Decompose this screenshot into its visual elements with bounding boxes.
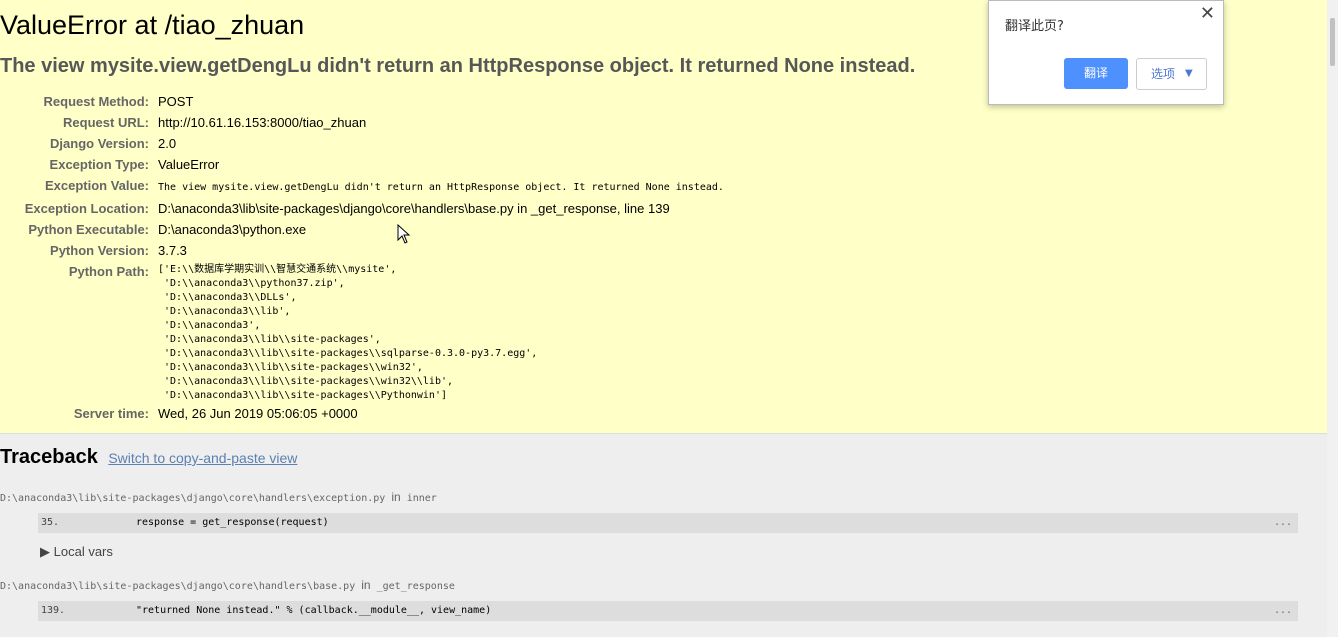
expand-context-dots[interactable]: ... (1274, 601, 1292, 621)
traceback-section: Traceback Switch to copy-and-paste view … (0, 434, 1327, 637)
meta-row: Exception Location: D:\anaconda3\lib\site… (0, 198, 724, 219)
vertical-scrollbar[interactable] (1327, 0, 1338, 637)
local-vars-label: Local vars (53, 544, 113, 559)
request-method-value: POST (158, 94, 194, 109)
meta-row: Exception Type: ValueError (0, 154, 724, 175)
python-version-value: 3.7.3 (158, 243, 187, 258)
frame-location: D:\anaconda3\lib\site-packages\django\co… (0, 578, 455, 592)
meta-label: Request URL: (63, 115, 149, 130)
frame-in-word: in (391, 490, 401, 504)
frame-file: D:\anaconda3\lib\site-packages\django\co… (0, 581, 356, 592)
traceback-header: Traceback Switch to copy-and-paste view (0, 446, 297, 469)
code-text: response = get_response(request) (136, 517, 329, 528)
meta-row: Django Version: 2.0 (0, 133, 724, 154)
request-url-value: http://10.61.16.153:8000/tiao_zhuan (158, 115, 367, 130)
expand-triangle-icon: ▶ (40, 544, 50, 559)
meta-row: Server time: Wed, 26 Jun 2019 05:06:05 +0… (0, 403, 724, 424)
meta-label: Exception Type: (49, 157, 149, 172)
meta-row: Exception Value: The view mysite.view.get… (0, 175, 724, 198)
meta-row: Python Executable: D:\anaconda3\python.ex… (0, 219, 724, 240)
translate-popup-title: 翻译此页? (1005, 19, 1064, 34)
request-meta-table: Request Method: POST Request URL: http://1… (0, 91, 724, 424)
chevron-down-icon: ▼ (1185, 68, 1193, 79)
scrollbar-thumb[interactable] (1330, 18, 1335, 66)
translate-button[interactable]: 翻译 (1064, 58, 1128, 89)
exception-location-value: D:\anaconda3\lib\site-packages\django\co… (158, 201, 670, 216)
code-context-line[interactable]: 35. response = get_response(request) ... (38, 513, 1298, 533)
frame-in-word: in (361, 578, 371, 592)
meta-label: Python Version: (50, 243, 149, 258)
exception-type-value: ValueError (158, 157, 220, 172)
close-icon[interactable]: ✕ (1200, 3, 1215, 24)
code-text: "returned None instead." % (callback.__m… (136, 605, 492, 616)
meta-row: Python Path: ['E:\\数据库学期实训\\智慧交通系统\\mysit… (0, 261, 724, 403)
frame-location: D:\anaconda3\lib\site-packages\django\co… (0, 490, 437, 504)
meta-row: Request URL: http://10.61.16.153:8000/tia… (0, 112, 724, 133)
options-button[interactable]: 选项 ▼ (1136, 58, 1207, 90)
meta-label: Exception Value: (44, 178, 149, 193)
django-version-value: 2.0 (158, 136, 177, 151)
meta-label: Python Executable: (28, 222, 149, 237)
exception-value-text: The view mysite.view.getDengLu didn't re… (158, 182, 724, 193)
code-context-line[interactable]: 139. "returned None instead." % (callbac… (38, 601, 1298, 621)
meta-label: Request Method: (43, 94, 149, 109)
meta-label: Python Path: (68, 264, 149, 279)
meta-row: Python Version: 3.7.3 (0, 240, 724, 261)
meta-label: Django Version: (50, 136, 149, 151)
exception-value: The view mysite.view.getDengLu didn't re… (158, 175, 724, 198)
line-number: 35. (41, 517, 60, 528)
meta-label: Server time: (73, 406, 149, 421)
traceback-title: Traceback (0, 446, 98, 468)
frame-function: _get_response (376, 581, 455, 592)
python-path-value: ['E:\\数据库学期实训\\智慧交通系统\\mysite', 'D:\\ana… (158, 261, 724, 403)
translate-popup: 翻译此页? ✕ 翻译 选项 ▼ (988, 0, 1224, 105)
meta-row: Request Method: POST (0, 91, 724, 112)
expand-context-dots[interactable]: ... (1274, 513, 1292, 533)
frame-function: inner (406, 493, 437, 504)
python-path-list: ['E:\\数据库学期实训\\智慧交通系统\\mysite', 'D:\\ana… (158, 264, 538, 401)
server-time-value: Wed, 26 Jun 2019 05:06:05 +0000 (158, 406, 358, 421)
page-title: ValueError at /tiao_zhuan (0, 10, 305, 40)
options-label: 选项 (1151, 67, 1176, 81)
local-vars-toggle[interactable]: ▶ Local vars (40, 544, 113, 560)
switch-copy-paste-link[interactable]: Switch to copy-and-paste view (108, 450, 297, 466)
mouse-cursor-icon (397, 224, 411, 244)
frame-file: D:\anaconda3\lib\site-packages\django\co… (0, 493, 386, 504)
line-number: 139. (41, 605, 66, 616)
meta-label: Exception Location: (24, 201, 149, 216)
error-subtitle: The view mysite.view.getDengLu didn't re… (0, 55, 916, 77)
python-executable-value: D:\anaconda3\python.exe (158, 222, 307, 237)
